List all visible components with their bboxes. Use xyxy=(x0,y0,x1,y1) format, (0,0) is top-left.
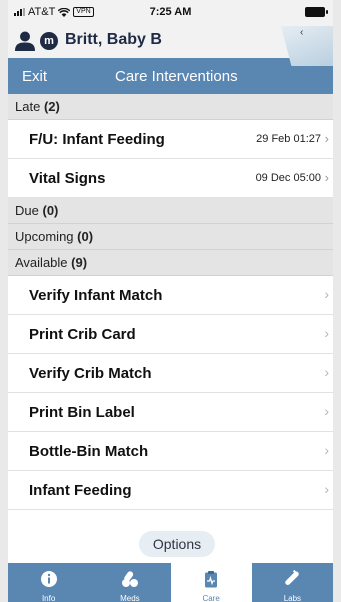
exit-button[interactable]: Exit xyxy=(22,68,47,85)
patient-name: Britt, Baby B xyxy=(65,31,162,48)
section-count: (2) xyxy=(43,99,60,114)
chevron-right-icon: › xyxy=(324,442,329,458)
item-label: Print Bin Label xyxy=(29,404,135,421)
mother-badge: m xyxy=(40,32,58,50)
tab-care[interactable]: Care xyxy=(170,563,252,602)
section-label: Upcoming xyxy=(15,229,74,244)
section-due: Due (0) xyxy=(8,198,333,224)
tab-bar: Info Meds Care Labs xyxy=(8,563,333,602)
section-label: Late xyxy=(15,99,41,114)
list-item[interactable]: F/U: Infant Feeding 29 Feb 01:27 › xyxy=(8,120,333,159)
options-button[interactable]: Options xyxy=(139,531,215,557)
section-count: (0) xyxy=(42,203,59,218)
test-tube-icon xyxy=(285,570,300,586)
tab-meds[interactable]: Meds xyxy=(89,563,170,602)
item-label: F/U: Infant Feeding xyxy=(29,131,165,148)
list-item[interactable]: Infant Feeding › xyxy=(8,471,333,510)
section-count: (0) xyxy=(77,229,94,244)
battery-icon xyxy=(305,7,328,17)
person-icon xyxy=(15,31,35,51)
section-available: Available (9) xyxy=(8,250,333,276)
section-upcoming: Upcoming (0) xyxy=(8,224,333,250)
item-label: Infant Feeding xyxy=(29,482,132,499)
tab-label: Labs xyxy=(283,594,302,602)
options-area: Options xyxy=(8,525,333,563)
tab-info[interactable]: Info xyxy=(8,563,89,602)
section-label: Available xyxy=(15,255,68,270)
chevron-right-icon: › xyxy=(324,481,329,497)
item-label: Bottle-Bin Match xyxy=(29,443,149,460)
pills-icon xyxy=(121,571,138,587)
page-title: Care Interventions xyxy=(115,68,238,85)
chevron-right-icon: › xyxy=(324,286,329,302)
list-item[interactable]: Print Bin Label › xyxy=(8,393,333,432)
clipboard-icon xyxy=(205,571,218,588)
list-item[interactable]: Bottle-Bin Match › xyxy=(8,432,333,471)
chevron-right-icon: › xyxy=(324,131,329,146)
list-item[interactable]: Print Crib Card › xyxy=(8,315,333,354)
chevron-right-icon: › xyxy=(324,325,329,341)
item-label: Verify Infant Match xyxy=(29,287,163,304)
item-label: Vital Signs xyxy=(29,170,106,187)
chevron-left-icon: ‹ xyxy=(300,27,304,38)
item-label: Verify Crib Match xyxy=(29,365,152,382)
item-date: 29 Feb 01:27 xyxy=(256,133,321,145)
intervention-list: Late (2) F/U: Infant Feeding 29 Feb 01:2… xyxy=(8,94,333,510)
status-time: 7:25 AM xyxy=(149,6,192,18)
list-item[interactable]: Vital Signs 09 Dec 05:00 › xyxy=(8,159,333,198)
tab-label: Info xyxy=(41,594,56,602)
nav-bar: Exit Care Interventions xyxy=(8,58,333,94)
section-late: Late (2) xyxy=(8,94,333,120)
chevron-right-icon: › xyxy=(324,364,329,380)
list-item[interactable]: Verify Infant Match › xyxy=(8,276,333,315)
item-date: 09 Dec 05:00 xyxy=(255,172,321,184)
item-label: Print Crib Card xyxy=(29,326,136,343)
section-label: Due xyxy=(15,203,39,218)
list-item[interactable]: Verify Crib Match › xyxy=(8,354,333,393)
info-icon xyxy=(40,571,57,587)
status-bar: AT&T VPN 7:25 AM xyxy=(0,0,341,24)
tab-label: Care xyxy=(202,594,220,602)
chevron-right-icon: › xyxy=(324,170,329,185)
section-count: (9) xyxy=(71,255,88,270)
tab-label: Meds xyxy=(120,594,140,602)
chevron-right-icon: › xyxy=(324,403,329,419)
tab-labs[interactable]: Labs xyxy=(252,563,333,602)
